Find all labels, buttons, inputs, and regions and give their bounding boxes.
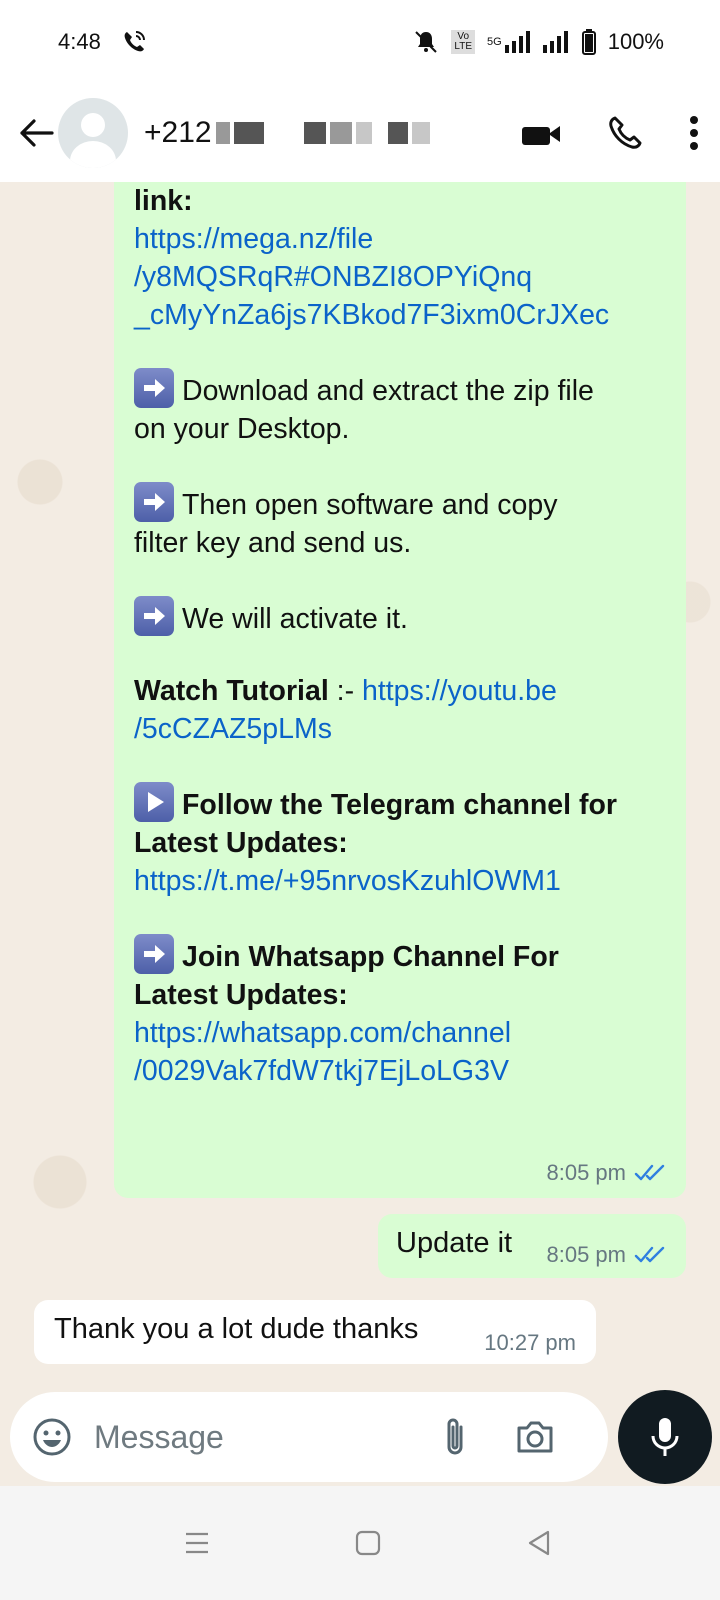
volte-label-bottom: LTE [454,41,473,52]
status-bar: 4:48 Vo LTE 5G 100% [0,0,720,84]
emoji-icon [33,1418,71,1456]
read-ticks-icon [634,1246,665,1263]
arrow-right-emoji-icon [134,596,174,636]
signal-icon [542,31,570,53]
camera-button[interactable] [514,1418,556,1456]
whatsapp-heading: Join Whatsapp Channel For [182,941,559,973]
read-ticks-icon [634,1164,665,1181]
avatar[interactable] [58,98,128,168]
recents-icon [186,1532,208,1554]
telegram-link[interactable]: https://t.me/+95nrvosKzuhlOWM1 [134,865,561,897]
chat-area[interactable]: link: https://mega.nz/file /y8MQSRqR#ONB… [0,182,720,1390]
more-options-button[interactable] [688,115,700,151]
camera-icon [517,1421,553,1453]
recents-button[interactable] [172,1518,222,1568]
whatsapp-heading: Latest Updates: [134,979,348,1011]
voice-message-button[interactable] [618,1390,712,1484]
avatar-body [70,141,116,168]
redacted-block [355,122,372,144]
video-call-button[interactable] [520,118,562,148]
network-label: 5G [487,36,502,48]
telegram-section: Follow the Telegram channel for Latest U… [134,782,666,900]
phone-icon [609,116,642,149]
avatar-head [81,113,105,137]
contact-number-prefix: +212 [144,116,212,149]
voice-call-button[interactable] [606,114,644,152]
redacted-block [303,122,326,144]
contact-name[interactable]: +212 [144,116,434,150]
paperclip-icon [447,1418,463,1455]
message-input[interactable] [94,1418,434,1456]
arrow-right-emoji-icon [134,368,174,408]
chat-header: +212 [0,84,720,182]
step-text: filter key and send us. [134,527,412,559]
incoming-message-bubble[interactable]: Thank you a lot dude thanks 10:27 pm [34,1300,596,1364]
microphone-icon [651,1418,679,1456]
redacted-block [329,122,352,144]
message-composer [10,1392,608,1482]
signal-5g-icon: 5G [487,31,530,53]
message-meta: 8:05 pm [547,1242,669,1268]
system-nav-bar [0,1486,720,1600]
step-text: Then open software and copy [182,489,558,521]
whatsapp-section: Join Whatsapp Channel For Latest Updates… [134,934,666,1090]
arrow-right-emoji-icon [134,934,174,974]
outgoing-message-bubble[interactable]: link: https://mega.nz/file /y8MQSRqR#ONB… [114,182,686,1198]
message-time: 8:05 pm [546,1160,627,1185]
redacted-block [411,122,430,144]
redacted-block [215,122,230,144]
status-left: 4:48 [58,29,147,55]
battery-percent: 100% [607,29,664,54]
step-text: We will activate it. [182,603,408,635]
telegram-heading: Follow the Telegram channel for [182,789,617,821]
message-body: link: https://mega.nz/file /y8MQSRqR#ONB… [134,182,666,1090]
volte-icon: Vo LTE [451,30,476,54]
emoji-button[interactable] [30,1415,74,1459]
step-copy-key: Then open software and copy filter key a… [134,482,666,562]
header-actions [520,84,700,182]
step-text: on your Desktop. [134,413,350,445]
whatsapp-link[interactable]: https://whatsapp.com/channel [134,1017,511,1049]
outgoing-message-bubble[interactable]: Update it 8:05 pm [378,1214,686,1278]
link-line: https://mega.nz/file [134,223,374,255]
battery-icon [581,29,596,55]
whatsapp-link[interactable]: /0029Vak7fdW7tkj7EjLoLG3V [134,1055,509,1087]
link-label: link: [134,185,193,217]
link-line: /y8MQSRqR#ONBZI8OPYiQnq [134,261,533,293]
home-button[interactable] [343,1518,393,1568]
step-download: Download and extract the zip file on you… [134,368,666,448]
status-time: 4:48 [58,29,101,54]
home-square-icon [355,1530,381,1556]
wifi-calling-icon [121,29,147,55]
tutorial-label: Watch Tutorial [134,675,329,707]
message-time: 8:05 pm [546,1242,627,1267]
composer-row [0,1390,720,1486]
attach-button[interactable] [440,1415,470,1459]
back-nav-button[interactable] [514,1518,564,1568]
message-meta: 8:05 pm [547,1160,669,1186]
more-vert-icon [690,116,698,150]
back-arrow-icon [20,119,54,147]
link-line: _cMyYnZa6js7KBkod7F3ixm0CrJXec [134,299,610,331]
arrow-right-emoji-icon [134,482,174,522]
redacted-block [233,122,264,144]
tutorial-line: Watch Tutorial :- https://youtu.be /5cCZ… [134,672,666,748]
youtube-link[interactable]: https://youtu.be [362,675,557,707]
redacted-block [387,122,408,144]
youtube-link[interactable]: /5cCZAZ5pLMs [134,713,332,745]
message-meta: 10:27 pm [484,1330,576,1356]
back-triangle-icon [528,1530,550,1556]
tutorial-separator: :- [328,675,362,707]
step-text: Download and extract the zip file [182,375,594,407]
step-activate: We will activate it. [134,596,666,638]
play-button-emoji-icon [134,782,174,822]
mute-icon [413,29,439,55]
status-right: Vo LTE 5G 100% [413,29,664,55]
telegram-heading: Latest Updates: [134,827,348,859]
mega-link[interactable]: https://mega.nz/file /y8MQSRqR#ONBZI8OPY… [134,220,666,334]
video-call-icon [522,126,560,145]
message-time: 10:27 pm [484,1330,576,1355]
